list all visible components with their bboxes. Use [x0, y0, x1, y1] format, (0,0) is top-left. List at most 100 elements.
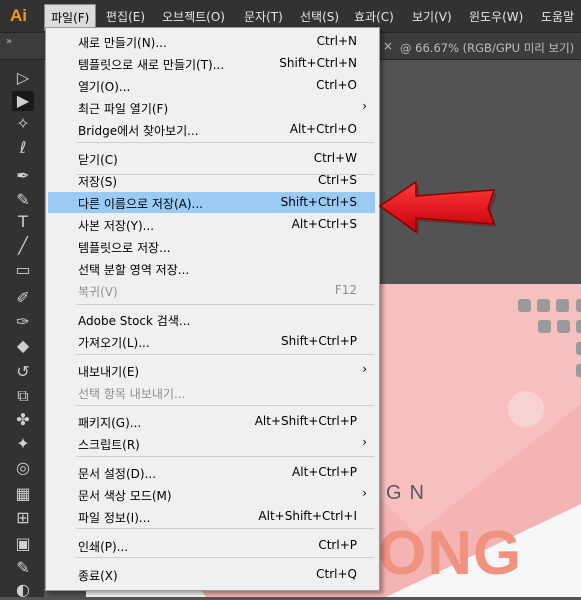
- menu-item-7[interactable]: 다른 이름으로 저장(A)... Shift+Ctrl+S: [48, 192, 375, 213]
- menu-item-19[interactable]: 문서 색상 모드(M) ›: [48, 484, 375, 505]
- menu-item-shortcut: Alt+Ctrl+S: [291, 217, 357, 231]
- selection-tool-icon[interactable]: ▷: [12, 68, 34, 88]
- menu-item-16[interactable]: 패키지(G)... Alt+Shift+Ctrl+P: [48, 411, 375, 432]
- menu-item-label: 템플릿으로 새로 만들기(T)...: [78, 58, 225, 72]
- submenu-arrow-icon: ›: [362, 435, 367, 449]
- pin-tool-icon[interactable]: ✦: [12, 434, 34, 454]
- menu-item-label: 선택 항목 내보내기...: [78, 387, 186, 401]
- menu-item-13[interactable]: 가져오기(L)... Shift+Ctrl+P: [48, 331, 375, 352]
- menu-item-label: 문서 색상 모드(M): [78, 489, 172, 503]
- menu-item-18[interactable]: 문서 설정(D)... Alt+Ctrl+P: [48, 462, 375, 483]
- menu-item-4[interactable]: Bridge에서 찾아보기... Alt+Ctrl+O: [48, 119, 375, 140]
- collapse-panel-icon[interactable]: »: [6, 36, 12, 47]
- menu-window[interactable]: 윈도우(W): [469, 8, 523, 25]
- menu-item-shortcut: Alt+Ctrl+O: [289, 122, 357, 136]
- menu-item-shortcut: Shift+Ctrl+P: [281, 334, 357, 348]
- direct-selection-tool-icon[interactable]: ▶: [12, 91, 34, 111]
- menu-item-label: Bridge에서 찾아보기...: [78, 124, 199, 138]
- menu-item-label: 사본 저장(Y)...: [78, 219, 155, 233]
- menu-item-shortcut: Ctrl+P: [318, 538, 357, 552]
- menu-item-label: 복귀(V): [78, 285, 118, 299]
- menu-view[interactable]: 보기(V): [412, 8, 452, 25]
- lasso-tool-icon[interactable]: ℓ: [12, 138, 34, 158]
- menu-item-3[interactable]: 최근 파일 열기(F) ›: [48, 97, 375, 118]
- scale-tool-icon[interactable]: ⧉: [12, 386, 34, 406]
- menu-item-21[interactable]: 인쇄(P)... Ctrl+P: [48, 535, 375, 556]
- pen-tool-icon[interactable]: ✒: [12, 166, 34, 186]
- menu-item-9[interactable]: 템플릿으로 저장...: [48, 236, 375, 257]
- menu-item-11: 복귀(V) F12: [48, 280, 375, 301]
- menu-select[interactable]: 선택(S): [300, 8, 339, 25]
- menu-help[interactable]: 도움말: [541, 8, 574, 25]
- mesh-tool-icon[interactable]: ⊞: [12, 508, 34, 528]
- menu-type[interactable]: 문자(T): [244, 8, 283, 25]
- menu-item-shortcut: Shift+Ctrl+N: [279, 56, 357, 70]
- menu-item-shortcut: Ctrl+O: [316, 78, 357, 92]
- puppet-warp-tool-icon[interactable]: ✤: [12, 410, 34, 430]
- design-text: GN: [386, 482, 432, 504]
- rectangle-tool-icon[interactable]: ▭: [12, 260, 34, 280]
- menu-separator: [76, 557, 374, 558]
- menu-item-8[interactable]: 사본 저장(Y)... Alt+Ctrl+S: [48, 214, 375, 235]
- menu-separator: [76, 405, 374, 406]
- tools-panel: ▷ ▶ ✧ ℓ ✒ ✎ T ╱ ▭ ✐ ✑ ◆ ↺ ⧉ ✤ ✦ ◎ ▦ ⊞ ▣ ✎ ◐: [0, 60, 45, 600]
- file-dropdown-menu: 새로 만들기(N)... Ctrl+N 템플릿으로 새로 만들기(T)... Shif…: [45, 27, 380, 591]
- eyedropper-tool-icon[interactable]: ✎: [12, 558, 34, 578]
- curvature-tool-icon[interactable]: ✎: [12, 190, 34, 210]
- menu-item-label: 최근 파일 열기(F): [78, 102, 169, 116]
- type-tool-icon[interactable]: T: [12, 212, 34, 232]
- rotate-tool-icon[interactable]: ↺: [12, 362, 34, 382]
- paintbrush-tool-icon[interactable]: ✐: [12, 288, 34, 308]
- menu-item-20[interactable]: 파일 정보(I)... Alt+Shift+Ctrl+I: [48, 506, 375, 527]
- menu-item-label: 스크립트(R): [78, 438, 140, 452]
- blob-brush-tool-icon[interactable]: ✑: [12, 312, 34, 332]
- menu-item-shortcut: Alt+Shift+Ctrl+P: [254, 414, 357, 428]
- menu-item-15: 선택 항목 내보내기...: [48, 382, 375, 403]
- menu-item-label: 닫기(C): [78, 153, 118, 167]
- app-logo: Ai: [10, 6, 27, 25]
- menu-separator: [76, 354, 374, 355]
- menu-item-label: 종료(X): [78, 569, 118, 583]
- menu-item-shortcut: Ctrl+Q: [316, 567, 357, 581]
- menu-item-0[interactable]: 새로 만들기(N)... Ctrl+N: [48, 31, 375, 52]
- menu-item-shortcut: Ctrl+N: [316, 34, 357, 48]
- menu-separator: [76, 174, 374, 175]
- menu-item-label: 문서 설정(D)...: [78, 467, 157, 481]
- red-arrow-annotation: [378, 180, 497, 235]
- line-tool-icon[interactable]: ╱: [12, 236, 34, 256]
- menu-item-22[interactable]: 종료(X) Ctrl+Q: [48, 564, 375, 585]
- menu-item-1[interactable]: 템플릿으로 새로 만들기(T)... Shift+Ctrl+N: [48, 53, 375, 74]
- gradient-tool-icon[interactable]: ▣: [12, 534, 34, 554]
- menu-separator: [76, 142, 374, 143]
- close-icon[interactable]: ×: [383, 39, 393, 53]
- menu-item-5[interactable]: 닫기(C) Ctrl+W: [48, 148, 375, 169]
- menu-object[interactable]: 오브젝트(O): [162, 8, 225, 25]
- menu-edit[interactable]: 편집(E): [106, 8, 145, 25]
- menu-separator: [76, 456, 374, 457]
- menu-item-10[interactable]: 선택 분할 영역 저장...: [48, 258, 375, 279]
- eraser-tool-icon[interactable]: ◆: [12, 336, 34, 356]
- magic-wand-tool-icon[interactable]: ✧: [12, 114, 34, 134]
- menu-item-label: 파일 정보(I)...: [78, 511, 151, 525]
- blend-tool-icon[interactable]: ◐: [12, 580, 34, 600]
- perspective-grid-tool-icon[interactable]: ▦: [12, 484, 34, 504]
- menu-item-label: 선택 분할 영역 저장...: [78, 263, 190, 277]
- menu-item-label: 템플릿으로 저장...: [78, 241, 171, 255]
- menu-item-14[interactable]: 내보내기(E) ›: [48, 360, 375, 381]
- menu-item-17[interactable]: 스크립트(R) ›: [48, 433, 375, 454]
- menu-item-shortcut: Alt+Shift+Ctrl+I: [258, 509, 357, 523]
- menu-item-shortcut: Alt+Ctrl+P: [292, 465, 357, 479]
- menu-separator: [76, 304, 374, 305]
- menu-item-label: 인쇄(P)...: [78, 540, 129, 554]
- menu-separator: [76, 528, 374, 529]
- menu-item-shortcut: F12: [334, 283, 357, 297]
- menu-effect[interactable]: 효과(C): [354, 8, 394, 25]
- document-tab-title[interactable]: @ 66.67% (RGB/GPU 미리 보기): [400, 40, 574, 56]
- menu-item-label: 패키지(G)...: [78, 416, 142, 430]
- menu-item-label: 저장(S): [78, 175, 118, 189]
- menu-item-12[interactable]: Adobe Stock 검색...: [48, 309, 375, 330]
- menu-item-2[interactable]: 열기(O)... Ctrl+O: [48, 75, 375, 96]
- menu-item-label: 가져오기(L)...: [78, 336, 150, 350]
- submenu-arrow-icon: ›: [362, 362, 367, 376]
- shape-builder-tool-icon[interactable]: ◎: [12, 458, 34, 478]
